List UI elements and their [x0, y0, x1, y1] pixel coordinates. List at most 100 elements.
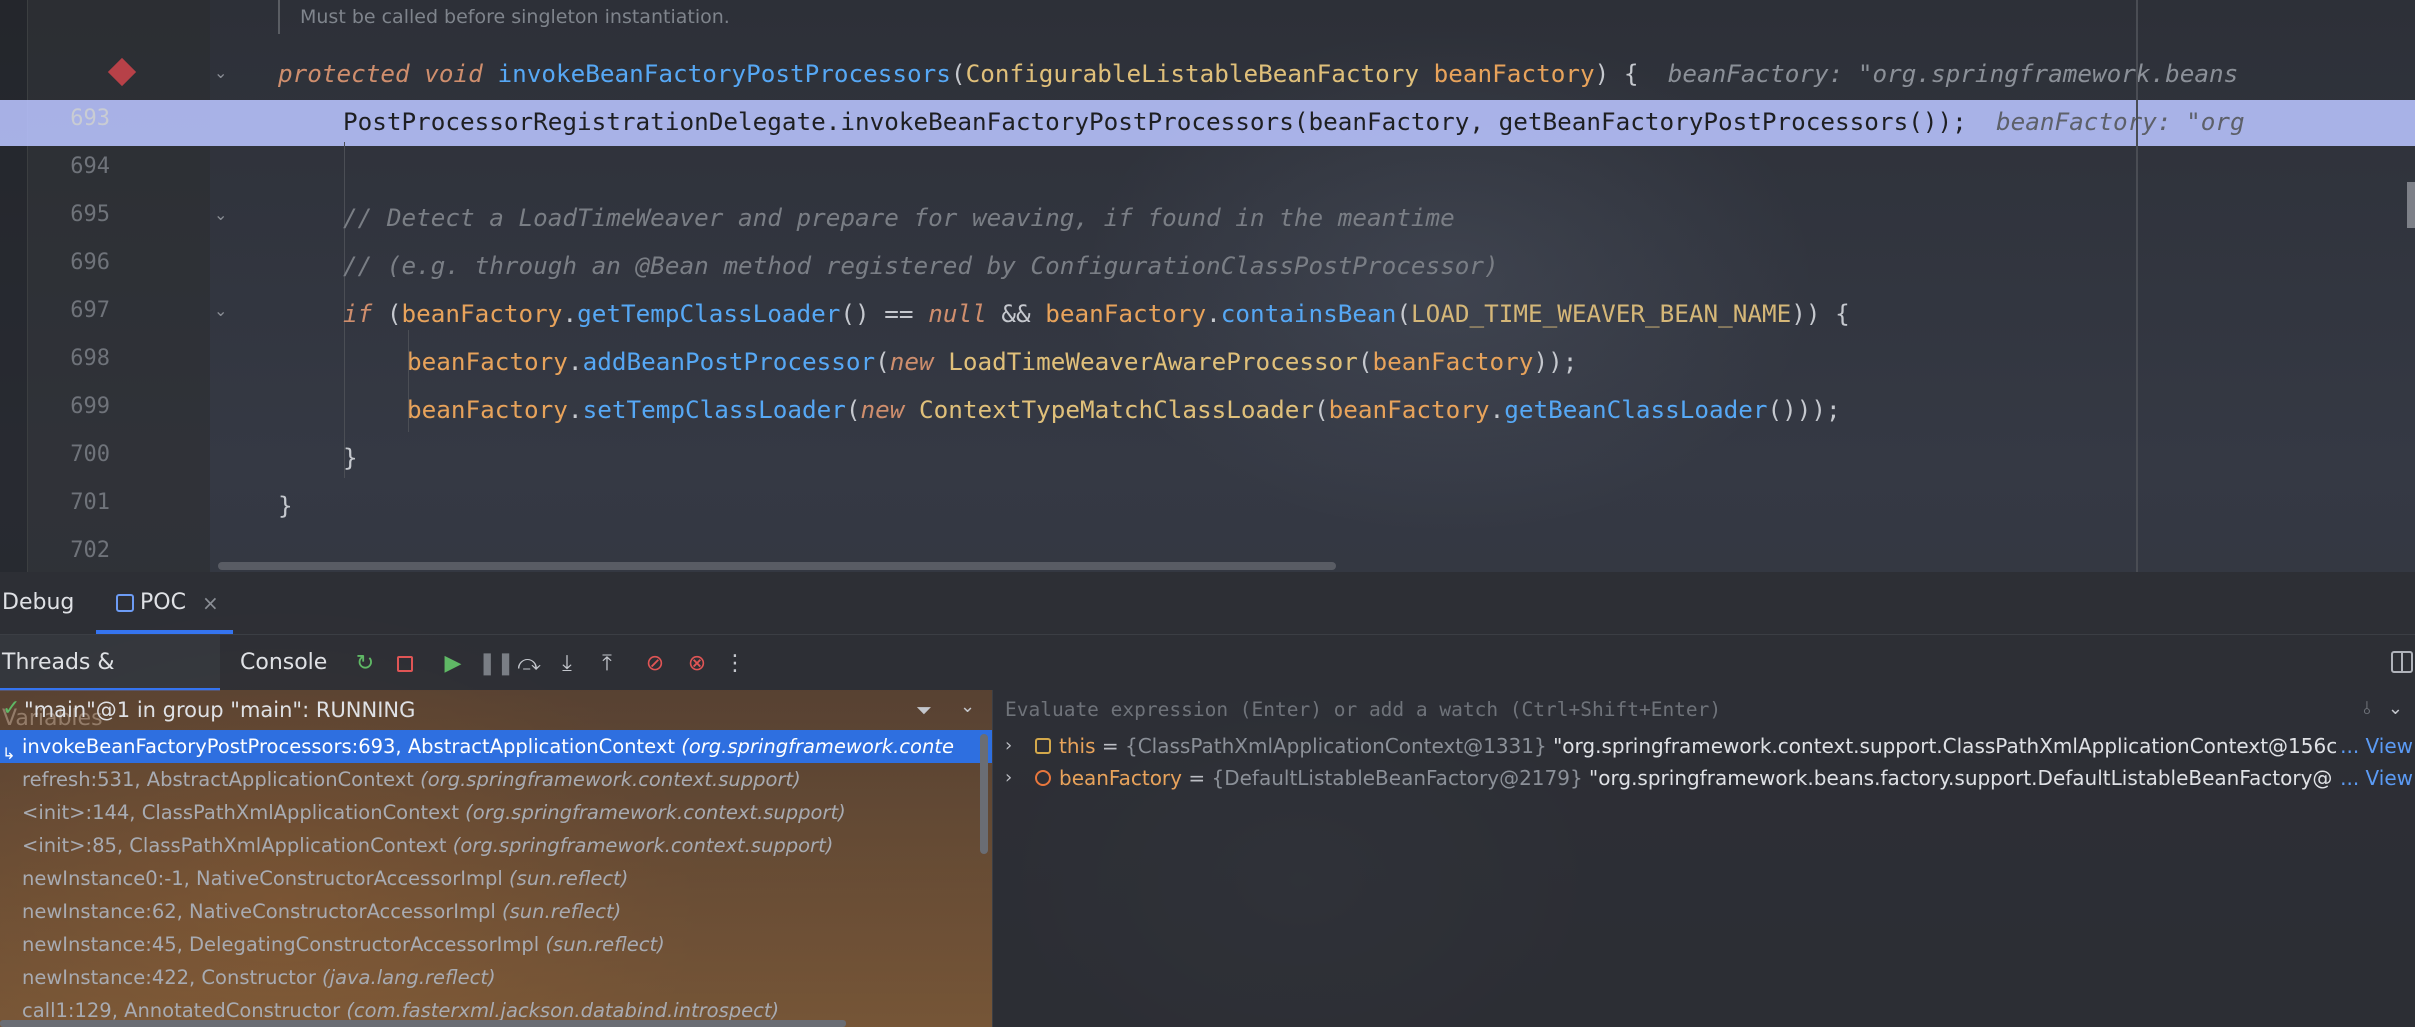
stack-frame[interactable]: refresh:531, AbstractApplicationContext …	[0, 763, 992, 796]
punct: (	[1396, 299, 1411, 328]
close-icon[interactable]: ×	[202, 572, 219, 634]
constant-name: LOAD_TIME_WEAVER_BEAN_NAME	[1410, 299, 1792, 328]
punct: .	[1206, 299, 1221, 328]
evaluate-expression-input[interactable]	[1005, 690, 2325, 730]
view-link[interactable]: ... View	[2340, 730, 2413, 762]
line-number[interactable]: 701	[40, 490, 110, 515]
view-link[interactable]: ... View	[2340, 762, 2413, 794]
variable-row-beanFactory[interactable]: › beanFactory = {DefaultListableBeanFact…	[993, 762, 2415, 794]
punct: ()));	[1767, 395, 1841, 424]
line-number[interactable]: 697	[40, 298, 110, 323]
punct: (	[845, 395, 861, 424]
expand-arrow-icon[interactable]: ›	[1005, 762, 1012, 794]
punct: (	[950, 59, 966, 88]
expand-arrow-icon[interactable]: ›	[1005, 730, 1012, 762]
step-into-icon[interactable]: ⤓	[554, 651, 580, 677]
frame-method: <init>:85, ClassPathXmlApplicationContex…	[22, 834, 453, 857]
keyword: protected	[278, 59, 410, 88]
more-options-icon[interactable]: ⋮	[722, 651, 748, 677]
code-area[interactable]: Must be called before singleton instanti…	[210, 0, 2415, 572]
line-number[interactable]: 694	[40, 154, 110, 179]
left-tool-strip	[0, 0, 28, 572]
stack-frame[interactable]: <init>:144, ClassPathXmlApplicationConte…	[0, 796, 992, 829]
debug-title: Debug	[2, 590, 75, 615]
thread-label: "main"@1 in group "main": RUNNING	[24, 698, 416, 722]
step-over-icon[interactable]: ⤼	[516, 651, 542, 677]
param-name: beanFactory	[1433, 59, 1595, 88]
line-number[interactable]: 700	[40, 442, 110, 467]
punct: (	[372, 299, 402, 328]
stack-frame[interactable]: newInstance:62, NativeConstructorAccesso…	[0, 895, 992, 928]
field-icon	[1035, 738, 1051, 754]
punct: &&	[986, 299, 1046, 328]
frame-method: newInstance:62, NativeConstructorAccesso…	[22, 900, 503, 923]
punct: )) {	[1791, 299, 1850, 328]
code-line-699: beanFactory.setTempClassLoader(new Conte…	[407, 388, 1841, 432]
variable-name: beanFactory	[1059, 766, 1182, 790]
line-number[interactable]: 698	[40, 346, 110, 371]
thread-selector[interactable]: ✓ "main"@1 in group "main": RUNNING ⏷ ⌄	[0, 690, 992, 730]
punct: (	[1314, 395, 1329, 424]
tab-threads-variables[interactable]: Threads & Variables	[0, 635, 220, 731]
view-breakpoints-icon[interactable]: ⊘	[642, 651, 668, 677]
equals-sign: =	[1182, 766, 1212, 790]
chevron-down-icon[interactable]: ⌄	[960, 696, 975, 717]
type-name: ContextTypeMatchClassLoader	[919, 395, 1315, 424]
stack-frame[interactable]: newInstance:422, Constructor (java.lang.…	[0, 961, 992, 994]
javadoc-comment: Must be called before singleton instanti…	[278, 0, 730, 34]
method-name: setTempClassLoader	[582, 395, 846, 424]
code-editor[interactable]: ⌄ ⌄ ⌄ Must be called before singleton in…	[0, 0, 2415, 572]
stack-frame[interactable]: newInstance:45, DelegatingConstructorAcc…	[0, 928, 992, 961]
punct: () ==	[840, 299, 929, 328]
method-name: getBeanClassLoader	[1504, 395, 1768, 424]
variable-value: "org.springframework.beans.factory.suppo…	[1582, 766, 2333, 790]
add-watch-icon[interactable]: ⫰	[2363, 698, 2371, 719]
keyword: void	[424, 59, 483, 88]
editor-horizontal-scrollbar[interactable]	[218, 562, 1336, 570]
variable-value: "org.springframework.context.support.Cla…	[1546, 734, 2338, 758]
filter-icon[interactable]: ⏷	[916, 698, 932, 722]
breakpoint-icon[interactable]	[107, 57, 137, 87]
frames-vertical-scrollbar[interactable]	[980, 734, 988, 854]
param-name: beanFactory	[1372, 347, 1534, 376]
method-name: addBeanPostProcessor	[582, 347, 876, 376]
debug-tool-window-header: Debug POC ×	[0, 572, 2415, 634]
check-icon: ✓	[2, 696, 21, 721]
line-number[interactable]: 693	[40, 106, 110, 131]
inline-value-hint[interactable]: beanFactory: "org.springframework.beans	[1668, 59, 2239, 88]
editor-scroll-marker[interactable]	[2407, 182, 2415, 228]
variable-type: {DefaultListableBeanFactory@2179}	[1211, 766, 1583, 790]
line-number[interactable]: 695	[40, 202, 110, 227]
keyword: new	[860, 395, 905, 424]
mute-breakpoints-icon[interactable]: ⊗	[684, 651, 710, 677]
line-number[interactable]: 702	[40, 538, 110, 563]
stack-frame[interactable]: newInstance0:-1, NativeConstructorAccess…	[0, 862, 992, 895]
stack-frame[interactable]: <init>:85, ClassPathXmlApplicationContex…	[0, 829, 992, 862]
frame-method: invokeBeanFactoryPostProcessors:693, Abs…	[22, 735, 682, 758]
tab-poc-session[interactable]: POC ×	[96, 572, 233, 634]
chevron-down-icon[interactable]: ⌄	[2388, 698, 2403, 719]
tab-console[interactable]: Console	[240, 635, 327, 691]
frame-package: (sun.reflect)	[509, 867, 629, 890]
code-line-701: }	[278, 491, 293, 520]
method-name: invokeBeanFactoryPostProcessors	[497, 59, 951, 88]
stack-frame-selected[interactable]: ↳ invokeBeanFactoryPostProcessors:693, A…	[0, 730, 992, 763]
line-number[interactable]: 696	[40, 250, 110, 275]
pause-icon[interactable]: ❚❚	[478, 651, 515, 677]
resume-icon[interactable]: ▶	[440, 651, 466, 677]
code-line-697: if (beanFactory.getTempClassLoader() == …	[343, 292, 1850, 336]
code-line-695: // Detect a LoadTimeWeaver and prepare f…	[343, 203, 1455, 232]
frame-package: (org.springframework.context.support)	[465, 801, 846, 824]
variable-row-this[interactable]: › this = {ClassPathXmlApplicationContext…	[993, 730, 2415, 762]
punct: ));	[1533, 347, 1578, 376]
inline-value-hint[interactable]: beanFactory: "org	[1996, 107, 2245, 136]
layout-settings-icon[interactable]	[2391, 651, 2413, 673]
stop-icon[interactable]	[392, 651, 418, 677]
line-number[interactable]: 699	[40, 394, 110, 419]
editor-gutter[interactable]: ⌄ ⌄ ⌄	[28, 0, 227, 572]
step-out-icon[interactable]: ⤒	[594, 651, 620, 677]
rerun-icon[interactable]: ↻	[352, 651, 378, 677]
frames-horizontal-scrollbar[interactable]	[0, 1020, 846, 1027]
punct: ) {	[1594, 59, 1639, 88]
